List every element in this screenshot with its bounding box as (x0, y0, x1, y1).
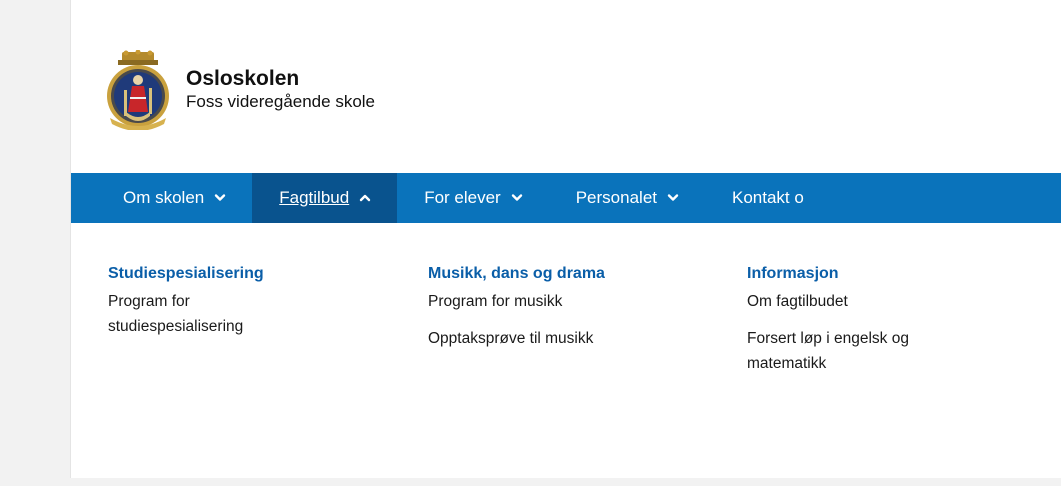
dropdown-heading-link[interactable]: Informasjon (747, 263, 1007, 285)
dropdown-heading-link[interactable]: Studiespesialisering (108, 263, 368, 285)
site-brand[interactable]: Osloskolen Foss videregående skole (104, 50, 375, 130)
dropdown-heading-link[interactable]: Musikk, dans og drama (428, 263, 688, 285)
chevron-up-icon (359, 194, 371, 202)
dropdown-column-studiespesialisering: Studiespesialisering Program for studies… (108, 263, 368, 351)
dropdown-column-musikk: Musikk, dans og drama Program for musikk… (428, 263, 688, 363)
page: Osloskolen Foss videregående skole Om sk… (71, 10, 1061, 478)
dropdown-link[interactable]: Forsert løp i engelsk og matematikk (747, 326, 987, 376)
chevron-down-icon (667, 194, 679, 201)
nav-item-label: Personalet (575, 188, 657, 207)
main-nav: Om skolen Fagtilbud For elever Personale… (71, 173, 1061, 223)
fagtilbud-dropdown: Studiespesialisering Program for studies… (71, 223, 1061, 478)
oslo-crest-logo (107, 50, 169, 130)
brand-text: Osloskolen Foss videregående skole (186, 67, 375, 113)
brand-subtitle: Foss videregående skole (186, 92, 376, 111)
nav-item-label: Kontakt o (732, 188, 804, 207)
dropdown-link[interactable]: Om fagtilbudet (747, 289, 1007, 314)
dropdown-link[interactable]: Program for studiespesialisering (108, 289, 323, 339)
nav-item-label: Fagtilbud (279, 188, 350, 207)
nav-item-label: For elever (424, 188, 501, 207)
left-gutter (0, 0, 71, 486)
nav-item-for-elever[interactable]: For elever (397, 173, 549, 223)
dropdown-column-informasjon: Informasjon Om fagtilbudet Forsert løp i… (747, 263, 1007, 388)
nav-item-personalet[interactable]: Personalet (549, 173, 705, 223)
dropdown-link[interactable]: Program for musikk (428, 289, 688, 314)
brand-title: Osloskolen (186, 67, 300, 90)
nav-item-om-skolen[interactable]: Om skolen (71, 173, 252, 223)
nav-item-fagtilbud[interactable]: Fagtilbud (252, 173, 398, 223)
nav-item-label: Om skolen (123, 188, 205, 207)
nav-item-kontakt[interactable]: Kontakt o (705, 173, 804, 223)
chevron-down-icon (215, 194, 226, 201)
dropdown-link[interactable]: Opptaksprøve til musikk (428, 326, 688, 351)
bottom-gutter (0, 478, 1061, 486)
chevron-down-icon (511, 194, 522, 201)
